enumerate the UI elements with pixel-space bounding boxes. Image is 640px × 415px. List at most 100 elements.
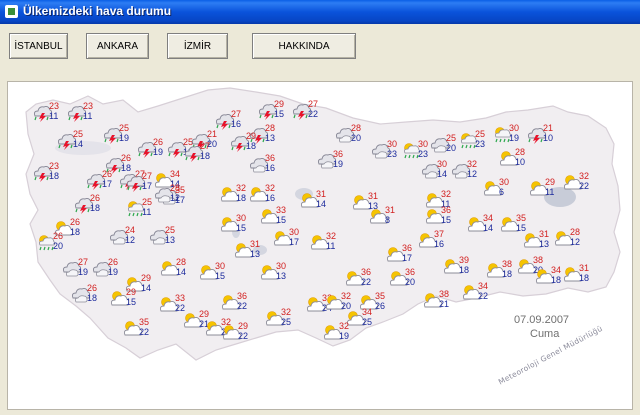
high-temp: 23 — [49, 161, 60, 171]
low-temp: 22 — [478, 291, 489, 301]
low-temp: 20 — [446, 143, 457, 153]
city-forecast: 38 18 — [485, 260, 519, 284]
city-forecast: 31 14 — [299, 190, 333, 214]
city-forecast: 26 20 — [36, 232, 70, 256]
high-temp: 31 — [316, 189, 327, 199]
high-temp: 26 — [87, 283, 98, 293]
ankara-button[interactable]: ANKARA — [86, 33, 149, 59]
low-temp: 19 — [339, 331, 350, 341]
low-temp: 13 — [250, 249, 261, 259]
low-temp: 20 — [405, 277, 416, 287]
city-forecast: 27 22 — [291, 100, 325, 124]
city-forecast: 37 16 — [417, 230, 451, 254]
low-temp: 18 — [246, 141, 257, 151]
high-temp: 32 — [441, 189, 452, 199]
high-temp: 31 — [250, 239, 261, 249]
high-temp: 27 — [308, 99, 319, 109]
istanbul-button[interactable]: İSTANBUL — [9, 33, 68, 59]
city-forecast: 24 12 — [108, 226, 142, 250]
low-temp: 18 — [236, 193, 247, 203]
low-temp: 22 — [238, 331, 249, 341]
high-temp: 28 — [265, 123, 276, 133]
low-temp: 12 — [170, 193, 181, 203]
low-temp: 14 — [316, 199, 327, 209]
stamp-day: Cuma — [530, 328, 560, 340]
high-temp: 25 — [142, 197, 153, 207]
city-forecast: 28 10 — [498, 148, 532, 172]
city-forecast: 31 18 — [562, 264, 596, 288]
high-temp: 37 — [434, 229, 445, 239]
city-forecast: 29 22 — [221, 322, 255, 346]
low-temp: 17 — [142, 181, 153, 191]
high-temp: 29 — [545, 177, 556, 187]
low-temp: 19 — [78, 267, 89, 277]
high-temp: 34 — [170, 169, 181, 179]
low-temp: 19 — [108, 267, 119, 277]
city-forecast: 31 13 — [233, 240, 267, 264]
city-forecast: 26 18 — [70, 284, 104, 308]
high-temp: 31 — [579, 263, 590, 273]
low-temp: 23 — [418, 149, 429, 159]
high-temp: 29 — [274, 99, 285, 109]
high-temp: 30 — [437, 159, 448, 169]
high-temp: 32 — [281, 307, 292, 317]
low-temp: 23 — [387, 149, 398, 159]
low-temp: 10 — [515, 157, 526, 167]
city-forecast: 25 13 — [148, 226, 182, 250]
high-temp: 38 — [533, 255, 544, 265]
low-temp: 19 — [333, 159, 344, 169]
low-temp: 18 — [87, 293, 98, 303]
low-temp: 17 — [102, 179, 113, 189]
city-forecast: 36 20 — [388, 268, 422, 292]
low-temp: 18 — [200, 151, 211, 161]
city-forecast: 32 19 — [322, 322, 356, 346]
city-forecast: 33 15 — [259, 206, 293, 230]
app-icon — [5, 5, 18, 18]
city-forecast: 31 13 — [522, 230, 556, 254]
high-temp: 27 — [78, 257, 89, 267]
izmir-button[interactable]: İZMİR — [167, 33, 228, 59]
title-bar[interactable]: Ülkemizdeki hava durumu — [0, 0, 640, 24]
city-forecast: 29 18 — [229, 132, 263, 156]
low-temp: 18 — [90, 203, 101, 213]
city-forecast: 28 12 — [553, 228, 587, 252]
low-temp: 15 — [236, 223, 247, 233]
low-temp: 6 — [499, 187, 505, 197]
high-temp: 28 — [351, 123, 362, 133]
high-temp: 36 — [402, 243, 413, 253]
city-forecast: 36 19 — [316, 150, 350, 174]
high-temp: 28 — [515, 147, 526, 157]
city-forecast: 29 11 — [528, 178, 562, 202]
low-temp: 22 — [139, 327, 150, 337]
high-temp: 34 — [483, 213, 494, 223]
high-temp: 34 — [551, 265, 562, 275]
low-temp: 18 — [70, 227, 81, 237]
low-temp: 22 — [361, 277, 372, 287]
low-temp: 11 — [326, 241, 336, 251]
high-temp: 31 — [385, 205, 396, 215]
low-temp: 15 — [276, 215, 287, 225]
low-temp: 18 — [459, 265, 470, 275]
high-temp: 26 — [102, 169, 113, 179]
low-temp: 25 — [362, 317, 373, 327]
city-forecast: 27 18 — [183, 142, 217, 166]
low-temp: 16 — [231, 119, 242, 129]
high-temp: 26 — [108, 257, 119, 267]
city-forecast: 30 15 — [219, 214, 253, 238]
low-temp: 15 — [126, 297, 137, 307]
low-temp: 17 — [402, 253, 413, 263]
city-forecast: 30 17 — [272, 228, 306, 252]
city-forecast: 34 22 — [461, 282, 495, 306]
low-temp: 11 — [545, 187, 555, 197]
low-temp: 18 — [502, 269, 513, 279]
high-temp: 26 — [121, 153, 132, 163]
low-temp: 10 — [543, 133, 554, 143]
high-temp: 26 — [90, 193, 101, 203]
city-forecast: 23 11 — [32, 102, 66, 126]
high-temp: 36 — [405, 267, 416, 277]
high-temp: 32 — [236, 183, 247, 193]
low-temp: 18 — [579, 273, 590, 283]
city-forecast: 30 23 — [370, 140, 404, 164]
low-temp: 22 — [237, 301, 248, 311]
hakkinda-button[interactable]: HAKKINDA — [252, 33, 356, 59]
